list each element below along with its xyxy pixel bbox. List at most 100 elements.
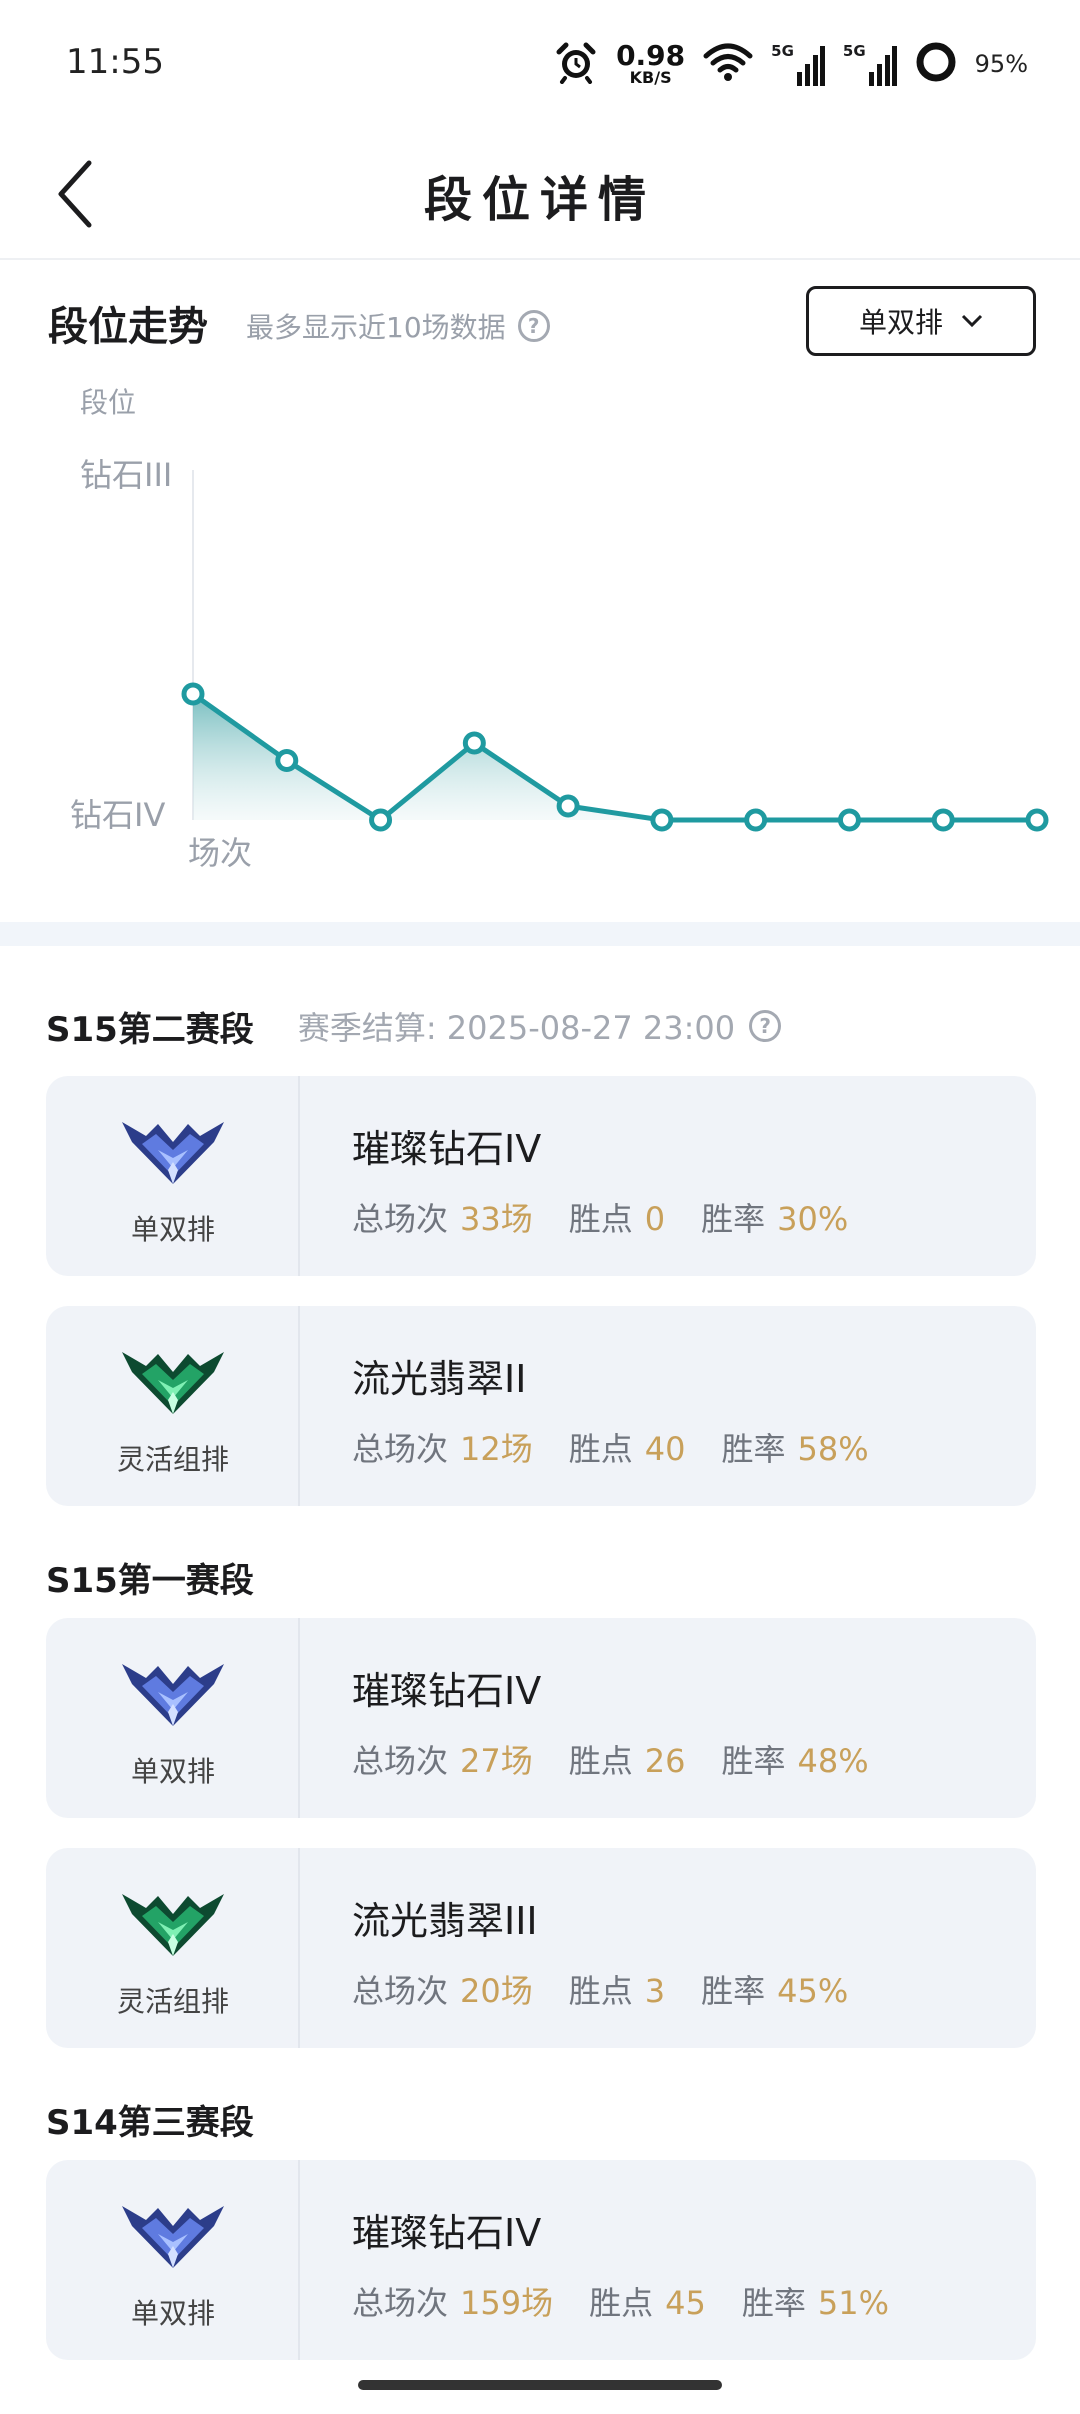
queue-label: 单双排	[130, 1213, 215, 1246]
battery-icon	[915, 41, 957, 87]
data-point[interactable]	[650, 808, 674, 832]
rank-name: 流光翡翠III	[352, 1899, 538, 1943]
games-label: 总场次	[352, 1430, 449, 1468]
queue-label: 单双排	[130, 1755, 215, 1788]
chevron-down-icon	[961, 314, 983, 328]
data-point[interactable]	[1025, 808, 1049, 832]
winrate-label: 胜率	[701, 1200, 766, 1238]
y-axis-title: 段位	[80, 386, 136, 419]
queue-label: 灵活组排	[116, 1985, 229, 2018]
season-name: S14第三赛段	[46, 2102, 254, 2143]
data-point[interactable]	[556, 794, 580, 818]
season-header: S14第三赛段	[0, 2078, 1080, 2160]
section-title: 段位走势	[48, 304, 208, 350]
network-speed: 0.98 KB/S	[616, 39, 686, 87]
winrate-value: 48%	[797, 1742, 869, 1780]
rank-name: 璀璨钻石IV	[352, 2211, 542, 2255]
winrate-value: 30%	[777, 1200, 849, 1238]
data-point[interactable]	[369, 808, 393, 832]
points-label: 胜点	[568, 1200, 633, 1238]
data-point[interactable]	[931, 808, 955, 832]
rank-stats: 总场次 20场 胜点 3 胜率 45%	[352, 1966, 848, 2012]
rank-stats: 总场次 159场 胜点 45 胜率 51%	[352, 2278, 889, 2324]
diamond-rank-emblem-icon	[122, 1664, 224, 1726]
games-value: 27场	[460, 1742, 533, 1780]
winrate-label: 胜率	[701, 1972, 766, 2010]
queue-type-dropdown[interactable]: 单双排	[806, 286, 1036, 356]
signal-5g-icon: 5G	[843, 42, 897, 86]
card-queue-block: 灵活组排	[46, 1848, 300, 2048]
data-point[interactable]	[837, 808, 861, 832]
games-label: 总场次	[352, 2284, 449, 2322]
games-value: 33场	[460, 1200, 533, 1238]
rank-stats: 总场次 27场 胜点 26 胜率 48%	[352, 1736, 869, 1782]
queue-type-selected: 单双排	[858, 306, 943, 339]
rank-card[interactable]: 单双排 璀璨钻石IV 总场次 27场 胜点 26 胜率 48%	[46, 1618, 1036, 1818]
help-icon[interactable]: ?	[749, 1010, 782, 1042]
diamond-rank-emblem-icon	[122, 2206, 224, 2268]
queue-label: 灵活组排	[116, 1443, 229, 1476]
games-label: 总场次	[352, 1200, 449, 1238]
winrate-value: 51%	[817, 2284, 889, 2322]
games-value: 12场	[460, 1430, 533, 1468]
alarm-icon	[554, 40, 598, 88]
winrate-label: 胜率	[721, 1742, 786, 1780]
points-value: 3	[644, 1972, 666, 2010]
season-header: S15第一赛段	[0, 1536, 1080, 1618]
help-icon[interactable]: ?	[517, 310, 550, 342]
y-tick-label: 钻石IV	[70, 796, 165, 834]
emerald-rank-emblem-icon	[122, 1352, 224, 1414]
games-value: 159场	[460, 2284, 554, 2322]
diamond-rank-emblem-icon	[122, 1122, 224, 1184]
points-value: 45	[665, 2284, 706, 2322]
page-header: 段位详情	[0, 120, 1080, 260]
games-label: 总场次	[352, 1972, 449, 2010]
trend-note-text: 最多显示近10场数据	[246, 311, 506, 344]
season-header: S15第二赛段 赛季结算: 2025-08-27 23:00 ?	[0, 976, 1080, 1076]
data-point[interactable]	[275, 749, 299, 772]
rank-card[interactable]: 灵活组排 流光翡翠III 总场次 20场 胜点 3 胜率 45%	[46, 1848, 1036, 2048]
points-value: 0	[644, 1200, 666, 1238]
data-point[interactable]	[181, 682, 205, 706]
rank-card[interactable]: 单双排 璀璨钻石IV 总场次 159场 胜点 45 胜率 51%	[46, 2160, 1036, 2360]
status-time: 11:55	[66, 42, 164, 82]
data-point[interactable]	[462, 731, 486, 755]
winrate-value: 45%	[777, 1972, 849, 2010]
home-indicator[interactable]	[358, 2380, 722, 2390]
data-point[interactable]	[744, 808, 768, 832]
points-label: 胜点	[568, 1430, 633, 1468]
series-area	[193, 694, 1037, 820]
rank-card[interactable]: 单双排 璀璨钻石IV 总场次 33场 胜点 0 胜率 30%	[46, 1076, 1036, 1276]
rank-card[interactable]: 灵活组排 流光翡翠II 总场次 12场 胜点 40 胜率 58%	[46, 1306, 1036, 1506]
winrate-value: 58%	[797, 1430, 869, 1468]
card-queue-block: 单双排	[46, 2160, 300, 2360]
points-label: 胜点	[568, 1972, 633, 2010]
chart-marks	[181, 682, 1049, 832]
y-tick-label: 钻石III	[80, 456, 172, 494]
queue-label: 单双排	[130, 2297, 215, 2330]
winrate-label: 胜率	[721, 1430, 786, 1468]
season-name: S15第二赛段	[46, 1009, 254, 1050]
x-axis-title: 场次	[188, 834, 252, 872]
status-icons: 0.98 KB/S 5G 5G 95%	[554, 36, 1028, 92]
season-settle-text: 赛季结算: 2025-08-27 23:00	[297, 1009, 736, 1047]
games-label: 总场次	[352, 1742, 449, 1780]
rank-stats: 总场次 12场 胜点 40 胜率 58%	[352, 1424, 869, 1470]
rank-trend-header: 段位走势 最多显示近10场数据 ? 单双排	[48, 286, 1036, 370]
games-value: 20场	[460, 1972, 533, 2010]
season-settle-info: 赛季结算: 2025-08-27 23:00 ?	[297, 1003, 782, 1049]
winrate-label: 胜率	[741, 2284, 806, 2322]
season-name: S15第一赛段	[46, 1560, 254, 1601]
season-list: S15第二赛段 赛季结算: 2025-08-27 23:00 ? 单双排 璀璨钻…	[0, 976, 1080, 2390]
section-divider	[0, 922, 1080, 946]
trend-note: 最多显示近10场数据 ?	[246, 306, 550, 346]
signal-5g-icon: 5G	[771, 42, 825, 86]
battery-percent: 95%	[974, 50, 1028, 78]
wifi-icon	[703, 42, 753, 86]
card-queue-block: 单双排	[46, 1618, 300, 1818]
card-queue-block: 灵活组排	[46, 1306, 300, 1506]
rank-stats: 总场次 33场 胜点 0 胜率 30%	[352, 1194, 848, 1240]
points-value: 40	[644, 1430, 686, 1468]
card-queue-block: 单双排	[46, 1076, 300, 1276]
rank-name: 流光翡翠II	[352, 1357, 527, 1401]
